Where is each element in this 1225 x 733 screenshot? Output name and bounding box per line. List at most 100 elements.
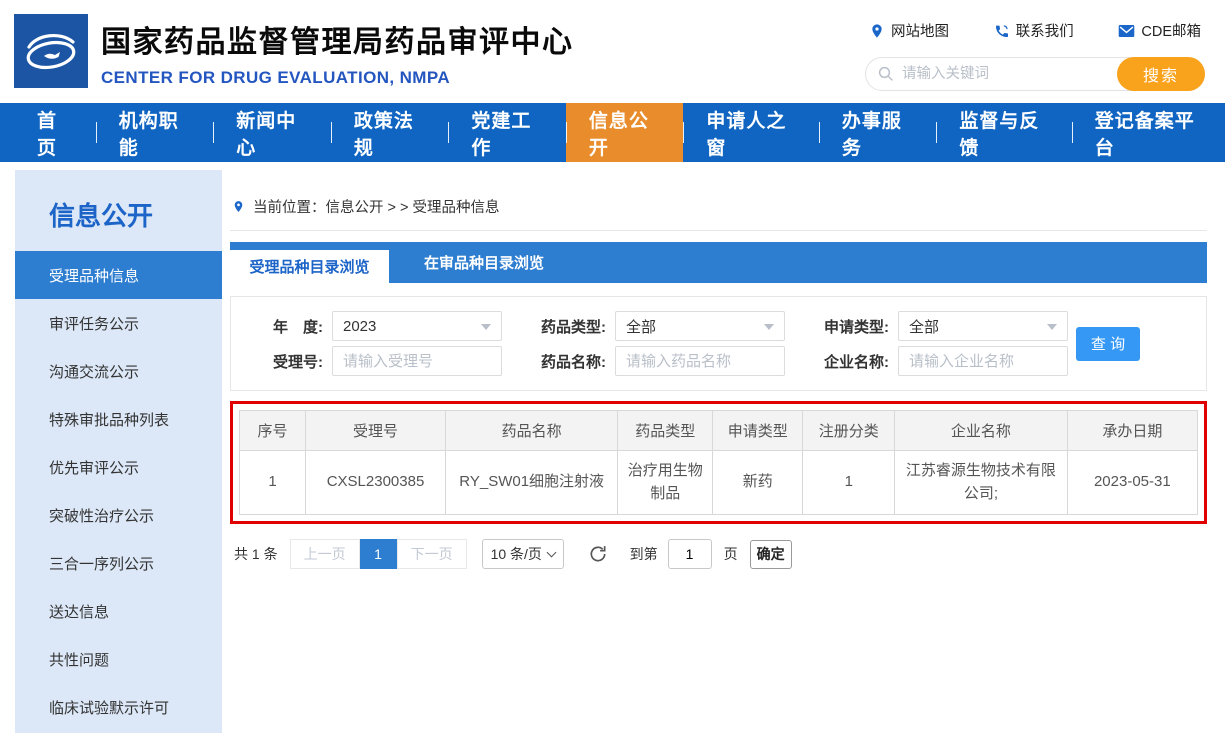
col-header-acceptance-number: 受理号 [306,411,446,451]
year-label: 年 度: [243,316,323,337]
cell-application-type: 新药 [713,451,803,515]
site-title-cn: 国家药品监督管理局药品审评中心 [101,17,574,61]
page-size-value: 10 条/页 [491,544,542,564]
cell-drug-type: 治疗用生物制品 [618,451,713,515]
cell-index: 1 [240,451,306,515]
results-table: 序号 受理号 药品名称 药品类型 申请类型 注册分类 企业名称 承办日期 1 C… [239,410,1198,515]
sitemap-link-label: 网站地图 [891,20,949,41]
contact-us-link-label: 联系我们 [1016,20,1074,41]
nav-item-news[interactable]: 新闻中心 [213,103,331,162]
application-type-select[interactable]: 全部 [898,311,1068,341]
location-pin-icon [869,23,885,39]
cell-acceptance-number: CXSL2300385 [306,451,446,515]
nav-item-home[interactable]: 首页 [14,103,96,162]
confirm-button[interactable]: 确定 [750,540,792,569]
col-header-application-type: 申请类型 [713,411,803,451]
acceptance-number-input[interactable] [332,346,502,376]
nav-item-services[interactable]: 办事服务 [819,103,937,162]
header-quick-links: 网站地图 联系我们 CDE邮箱 [865,20,1205,41]
col-header-index: 序号 [240,411,306,451]
company-name-input[interactable] [898,346,1068,376]
breadcrumb: 当前位置：信息公开 > > 受理品种信息 [230,170,1207,231]
results-table-highlight-box: 序号 受理号 药品名称 药品类型 申请类型 注册分类 企业名称 承办日期 1 C… [230,401,1207,524]
site-header: 国家药品监督管理局药品审评中心 CENTER FOR DRUG EVALUATI… [0,0,1225,103]
sidebar-item-priority-review[interactable]: 优先审评公示 [15,443,222,491]
application-type-select-value: 全部 [909,316,939,337]
col-header-drug-type: 药品类型 [618,411,713,451]
site-title-en: CENTER FOR DRUG EVALUATION, NMPA [101,68,574,88]
pagination-bar: 共 1 条 上一页 1 下一页 10 条/页 到第 页 确定 [230,539,1207,569]
drug-type-select[interactable]: 全部 [615,311,785,341]
cde-logo-swoosh-icon [14,14,88,88]
table-row: 1 CXSL2300385 RY_SW01细胞注射液 治疗用生物制品 新药 1 … [240,451,1198,515]
location-pin-icon [232,198,245,215]
nav-item-policies[interactable]: 政策法规 [331,103,449,162]
goto-page-input[interactable] [668,539,712,569]
nav-item-functions[interactable]: 机构职能 [96,103,214,162]
page-unit-label: 页 [724,544,738,564]
year-select-value: 2023 [343,318,376,335]
breadcrumb-text: 当前位置：信息公开 > > 受理品种信息 [253,196,500,217]
tab-bar: 受理品种目录浏览 在审品种目录浏览 [230,242,1207,283]
nav-item-information-disclosure[interactable]: 信息公开 [566,103,684,162]
drug-name-label: 药品名称: [526,351,606,372]
next-page-button[interactable]: 下一页 [397,539,467,569]
tab-under-review-catalog[interactable]: 在审品种目录浏览 [389,242,579,283]
year-select[interactable]: 2023 [332,311,502,341]
page-1-button[interactable]: 1 [360,539,397,569]
col-header-registration-class: 注册分类 [803,411,895,451]
cde-mailbox-link[interactable]: CDE邮箱 [1118,20,1201,41]
sidebar-item-accepted-varieties[interactable]: 受理品种信息 [15,251,222,299]
chevron-down-icon [481,324,491,330]
cell-drug-name: RY_SW01细胞注射液 [445,451,617,515]
chevron-down-icon [1047,324,1057,330]
sidebar-item-communication[interactable]: 沟通交流公示 [15,347,222,395]
main-nav: 首页 机构职能 新闻中心 政策法规 党建工作 信息公开 申请人之窗 办事服务 监… [0,103,1225,162]
sidebar-item-delivery-info[interactable]: 送达信息 [15,587,222,635]
sidebar-item-clinical-trial-license[interactable]: 临床试验默示许可 [15,683,222,731]
sidebar-title: 信息公开 [15,170,222,251]
sidebar-item-special-approval[interactable]: 特殊审批品种列表 [15,395,222,443]
sidebar-item-three-in-one[interactable]: 三合一序列公示 [15,539,222,587]
col-header-company-name: 企业名称 [895,411,1067,451]
search-button[interactable]: 搜索 [1117,57,1205,91]
nav-item-registration-platform[interactable]: 登记备案平台 [1072,103,1225,162]
refresh-icon [588,544,608,564]
chevron-down-icon [764,324,774,330]
company-name-label: 企业名称: [809,351,889,372]
nav-item-supervision-feedback[interactable]: 监督与反馈 [936,103,1071,162]
refresh-button[interactable] [588,544,608,564]
phone-icon [994,23,1010,39]
acceptance-number-label: 受理号: [243,351,323,372]
sidebar-item-review-tasks[interactable]: 审评任务公示 [15,299,222,347]
sidebar-item-breakthrough-therapy[interactable]: 突破性治疗公示 [15,491,222,539]
application-type-label: 申请类型: [809,316,889,337]
site-titles: 国家药品监督管理局药品审评中心 CENTER FOR DRUG EVALUATI… [101,17,574,88]
page-size-select[interactable]: 10 条/页 [482,539,564,569]
sitemap-link[interactable]: 网站地图 [869,20,949,41]
pagination-total: 共 1 条 [234,544,278,564]
drug-type-select-value: 全部 [626,316,656,337]
col-header-drug-name: 药品名称 [445,411,617,451]
table-header-row: 序号 受理号 药品名称 药品类型 申请类型 注册分类 企业名称 承办日期 [240,411,1198,451]
col-header-acceptance-date: 承办日期 [1067,411,1197,451]
prev-page-button[interactable]: 上一页 [290,539,360,569]
site-search: 搜索 [865,57,1205,91]
nav-item-party-building[interactable]: 党建工作 [448,103,566,162]
tab-accepted-catalog[interactable]: 受理品种目录浏览 [230,250,389,283]
drug-type-label: 药品类型: [526,316,606,337]
query-button[interactable]: 查 询 [1076,327,1140,361]
sidebar: 信息公开 受理品种信息 审评任务公示 沟通交流公示 特殊审批品种列表 优先审评公… [15,170,222,733]
goto-page-label: 到第 [630,544,658,564]
contact-us-link[interactable]: 联系我们 [994,20,1074,41]
filter-panel: 年 度: 2023 药品类型: 全部 申请类型: 全部 [230,296,1207,391]
cde-mailbox-link-label: CDE邮箱 [1141,20,1201,41]
nav-item-applicant-window[interactable]: 申请人之窗 [683,103,818,162]
cde-logo [14,14,88,88]
drug-name-input[interactable] [615,346,785,376]
cell-company-name: 江苏睿源生物技术有限公司; [895,451,1067,515]
mail-icon [1118,24,1135,38]
cell-registration-class: 1 [803,451,895,515]
chevron-down-icon [546,548,556,558]
sidebar-item-common-issues[interactable]: 共性问题 [15,635,222,683]
